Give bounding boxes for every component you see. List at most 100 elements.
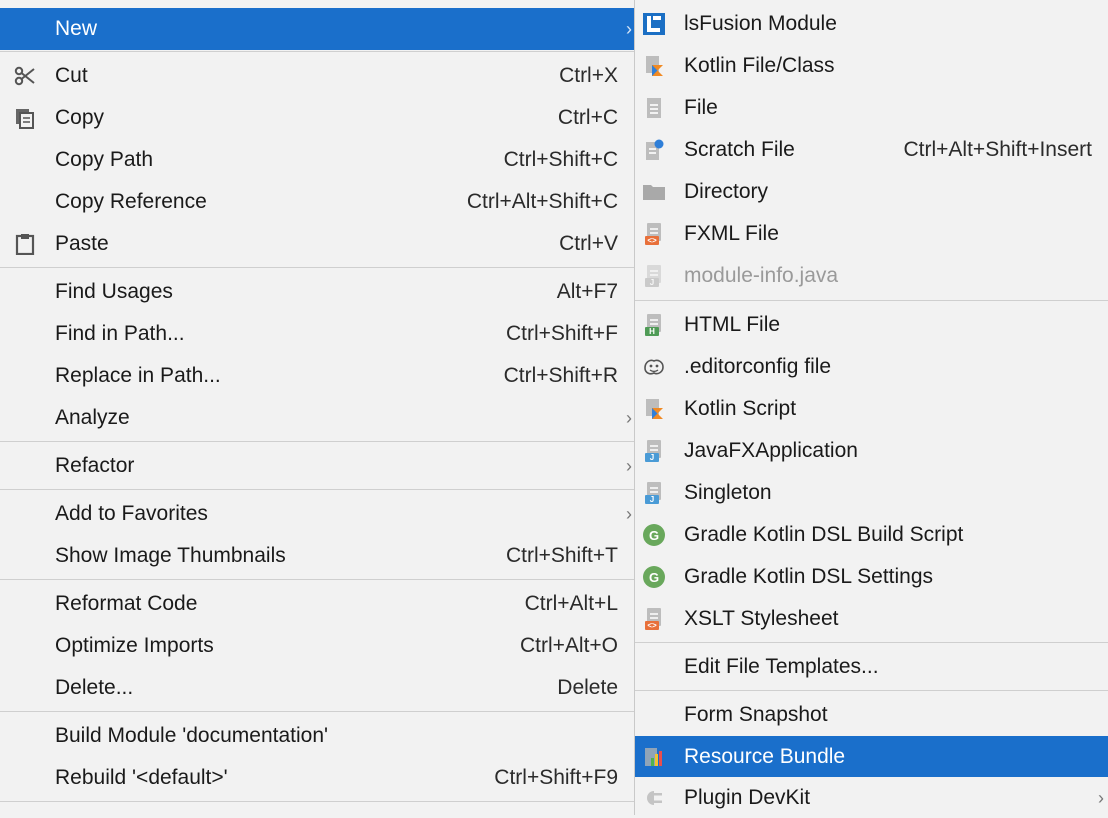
menu-item-label: Reformat Code — [55, 592, 198, 615]
menu-item-label: Copy Path — [55, 148, 154, 171]
xslt-file-icon: <> — [641, 606, 667, 632]
menu-item-edit-file-templates[interactable]: Edit File Templates... — [635, 647, 1108, 687]
submenu-arrow-icon: › — [626, 455, 632, 476]
menu-item-directory[interactable]: Directory — [635, 172, 1108, 212]
gradle-icon: G — [641, 522, 667, 548]
new-submenu: lsFusion Module Kotlin File/Class File S… — [634, 0, 1108, 815]
context-menu: New › Cut Ctrl+X Copy Ctrl+C Copy Path C… — [0, 0, 634, 815]
menu-item-copy-reference[interactable]: Copy Reference Ctrl+Alt+Shift+C — [0, 182, 634, 222]
menu-item-kotlin-script[interactable]: Kotlin Script — [635, 389, 1108, 429]
gradle-icon: G — [641, 564, 667, 590]
menu-item-reformat-code[interactable]: Reformat Code Ctrl+Alt+L — [0, 584, 634, 624]
menu-item-cut[interactable]: Cut Ctrl+X — [0, 56, 634, 96]
menu-item-replace-in-path[interactable]: Replace in Path... Ctrl+Shift+R — [0, 356, 634, 396]
menu-item-delete[interactable]: Delete... Delete — [0, 668, 634, 708]
menu-item-label: Cut — [55, 64, 88, 87]
menu-item-javafx-application[interactable]: J JavaFXApplication — [635, 431, 1108, 471]
editorconfig-icon — [641, 354, 667, 380]
menu-item-xslt-stylesheet[interactable]: <> XSLT Stylesheet — [635, 599, 1108, 639]
menu-item-label: XSLT Stylesheet — [684, 607, 839, 630]
menu-item-shortcut: Delete — [557, 676, 618, 699]
menu-item-label: Find Usages — [55, 280, 173, 303]
menu-separator — [635, 300, 1108, 301]
menu-item-label: Directory — [684, 180, 769, 203]
menu-item-label: FXML File — [684, 222, 779, 245]
menu-separator — [635, 690, 1108, 691]
plug-icon — [641, 785, 667, 811]
menu-item-label: Analyze — [55, 406, 130, 429]
menu-separator — [0, 489, 634, 490]
menu-item-shortcut: Ctrl+Shift+F9 — [494, 766, 618, 789]
menu-item-label: Optimize Imports — [55, 634, 214, 657]
menu-item-lsfusion-module[interactable]: lsFusion Module — [635, 4, 1108, 44]
menu-item-label: Replace in Path... — [55, 364, 221, 387]
menu-item-label: Form Snapshot — [684, 703, 828, 726]
menu-item-label: Build Module 'documentation' — [55, 724, 329, 747]
menu-item-label: Delete... — [55, 676, 134, 699]
menu-item-show-image-thumbnails[interactable]: Show Image Thumbnails Ctrl+Shift+T — [0, 536, 634, 576]
menu-item-optimize-imports[interactable]: Optimize Imports Ctrl+Alt+O — [0, 626, 634, 666]
menu-item-copy-path[interactable]: Copy Path Ctrl+Shift+C — [0, 140, 634, 180]
menu-item-label: Singleton — [684, 481, 772, 504]
menu-item-gradle-settings[interactable]: G Gradle Kotlin DSL Settings — [635, 557, 1108, 597]
scissors-icon — [12, 63, 38, 89]
menu-item-build-module[interactable]: Build Module 'documentation' — [0, 716, 634, 756]
menu-item-shortcut: Ctrl+C — [557, 106, 618, 129]
menu-item-file[interactable]: File — [635, 88, 1108, 128]
menu-separator — [635, 642, 1108, 643]
menu-item-scratch-file[interactable]: Scratch File Ctrl+Alt+Shift+Insert — [635, 130, 1108, 170]
menu-item-label: Kotlin Script — [684, 397, 797, 420]
menu-item-label: .editorconfig file — [684, 355, 832, 378]
menu-item-plugin-devkit[interactable]: Plugin DevKit › — [635, 778, 1108, 818]
menu-item-label: Gradle Kotlin DSL Settings — [684, 565, 934, 588]
menu-item-shortcut: Ctrl+Shift+F — [505, 322, 618, 345]
menu-item-find-in-path[interactable]: Find in Path... Ctrl+Shift+F — [0, 314, 634, 354]
scratch-file-icon — [641, 137, 667, 163]
menu-item-label: Show Image Thumbnails — [55, 544, 286, 567]
menu-item-module-info[interactable]: J module-info.java — [635, 256, 1108, 296]
menu-item-copy[interactable]: Copy Ctrl+C — [0, 98, 634, 138]
menu-item-label: Copy — [55, 106, 105, 129]
menu-item-paste[interactable]: Paste Ctrl+V — [0, 224, 634, 264]
menu-separator — [0, 51, 634, 52]
menu-item-label: Resource Bundle — [684, 744, 846, 768]
menu-item-gradle-build-script[interactable]: G Gradle Kotlin DSL Build Script — [635, 515, 1108, 555]
menu-item-html-file[interactable]: H HTML File — [635, 305, 1108, 345]
menu-item-shortcut: Ctrl+V — [559, 232, 618, 255]
menu-item-new[interactable]: New › — [0, 8, 634, 50]
menu-separator — [0, 711, 634, 712]
menu-item-resource-bundle[interactable]: Resource Bundle — [635, 736, 1108, 777]
menu-item-refactor[interactable]: Refactor › — [0, 446, 634, 486]
menu-item-kotlin-file[interactable]: Kotlin File/Class — [635, 46, 1108, 86]
menu-item-label: Copy Reference — [55, 190, 207, 213]
menu-item-label: Add to Favorites — [55, 502, 208, 525]
menu-item-label: Scratch File — [684, 138, 795, 161]
menu-separator — [0, 801, 634, 802]
menu-item-find-usages[interactable]: Find Usages Alt+F7 — [0, 272, 634, 312]
menu-item-fxml-file[interactable]: <> FXML File — [635, 214, 1108, 254]
menu-item-label: File — [684, 96, 718, 119]
menu-item-shortcut: Ctrl+X — [559, 64, 618, 87]
menu-item-editorconfig[interactable]: .editorconfig file — [635, 347, 1108, 387]
fxml-file-icon: <> — [641, 221, 667, 247]
menu-item-label: Kotlin File/Class — [684, 54, 835, 77]
menu-item-form-snapshot[interactable]: Form Snapshot — [635, 695, 1108, 735]
menu-item-rebuild[interactable]: Rebuild '<default>' Ctrl+Shift+F9 — [0, 758, 634, 798]
html-file-icon: H — [641, 312, 667, 338]
menu-item-label: Find in Path... — [55, 322, 185, 345]
submenu-arrow-icon: › — [626, 503, 632, 524]
menu-item-add-to-favorites[interactable]: Add to Favorites › — [0, 494, 634, 534]
submenu-arrow-icon: › — [626, 18, 632, 39]
menu-item-singleton[interactable]: J Singleton — [635, 473, 1108, 513]
submenu-arrow-icon: › — [1098, 787, 1104, 808]
menu-separator — [0, 579, 634, 580]
menu-item-shortcut: Ctrl+Alt+L — [524, 592, 618, 615]
menu-item-shortcut: Ctrl+Alt+O — [519, 634, 618, 657]
menu-item-label: Paste — [55, 232, 109, 255]
menu-item-label: New — [55, 17, 98, 40]
menu-item-analyze[interactable]: Analyze › — [0, 398, 634, 438]
lsfusion-icon — [641, 11, 667, 37]
menu-separator — [0, 267, 634, 268]
folder-icon — [641, 179, 667, 205]
menu-item-label: Edit File Templates... — [684, 655, 879, 678]
